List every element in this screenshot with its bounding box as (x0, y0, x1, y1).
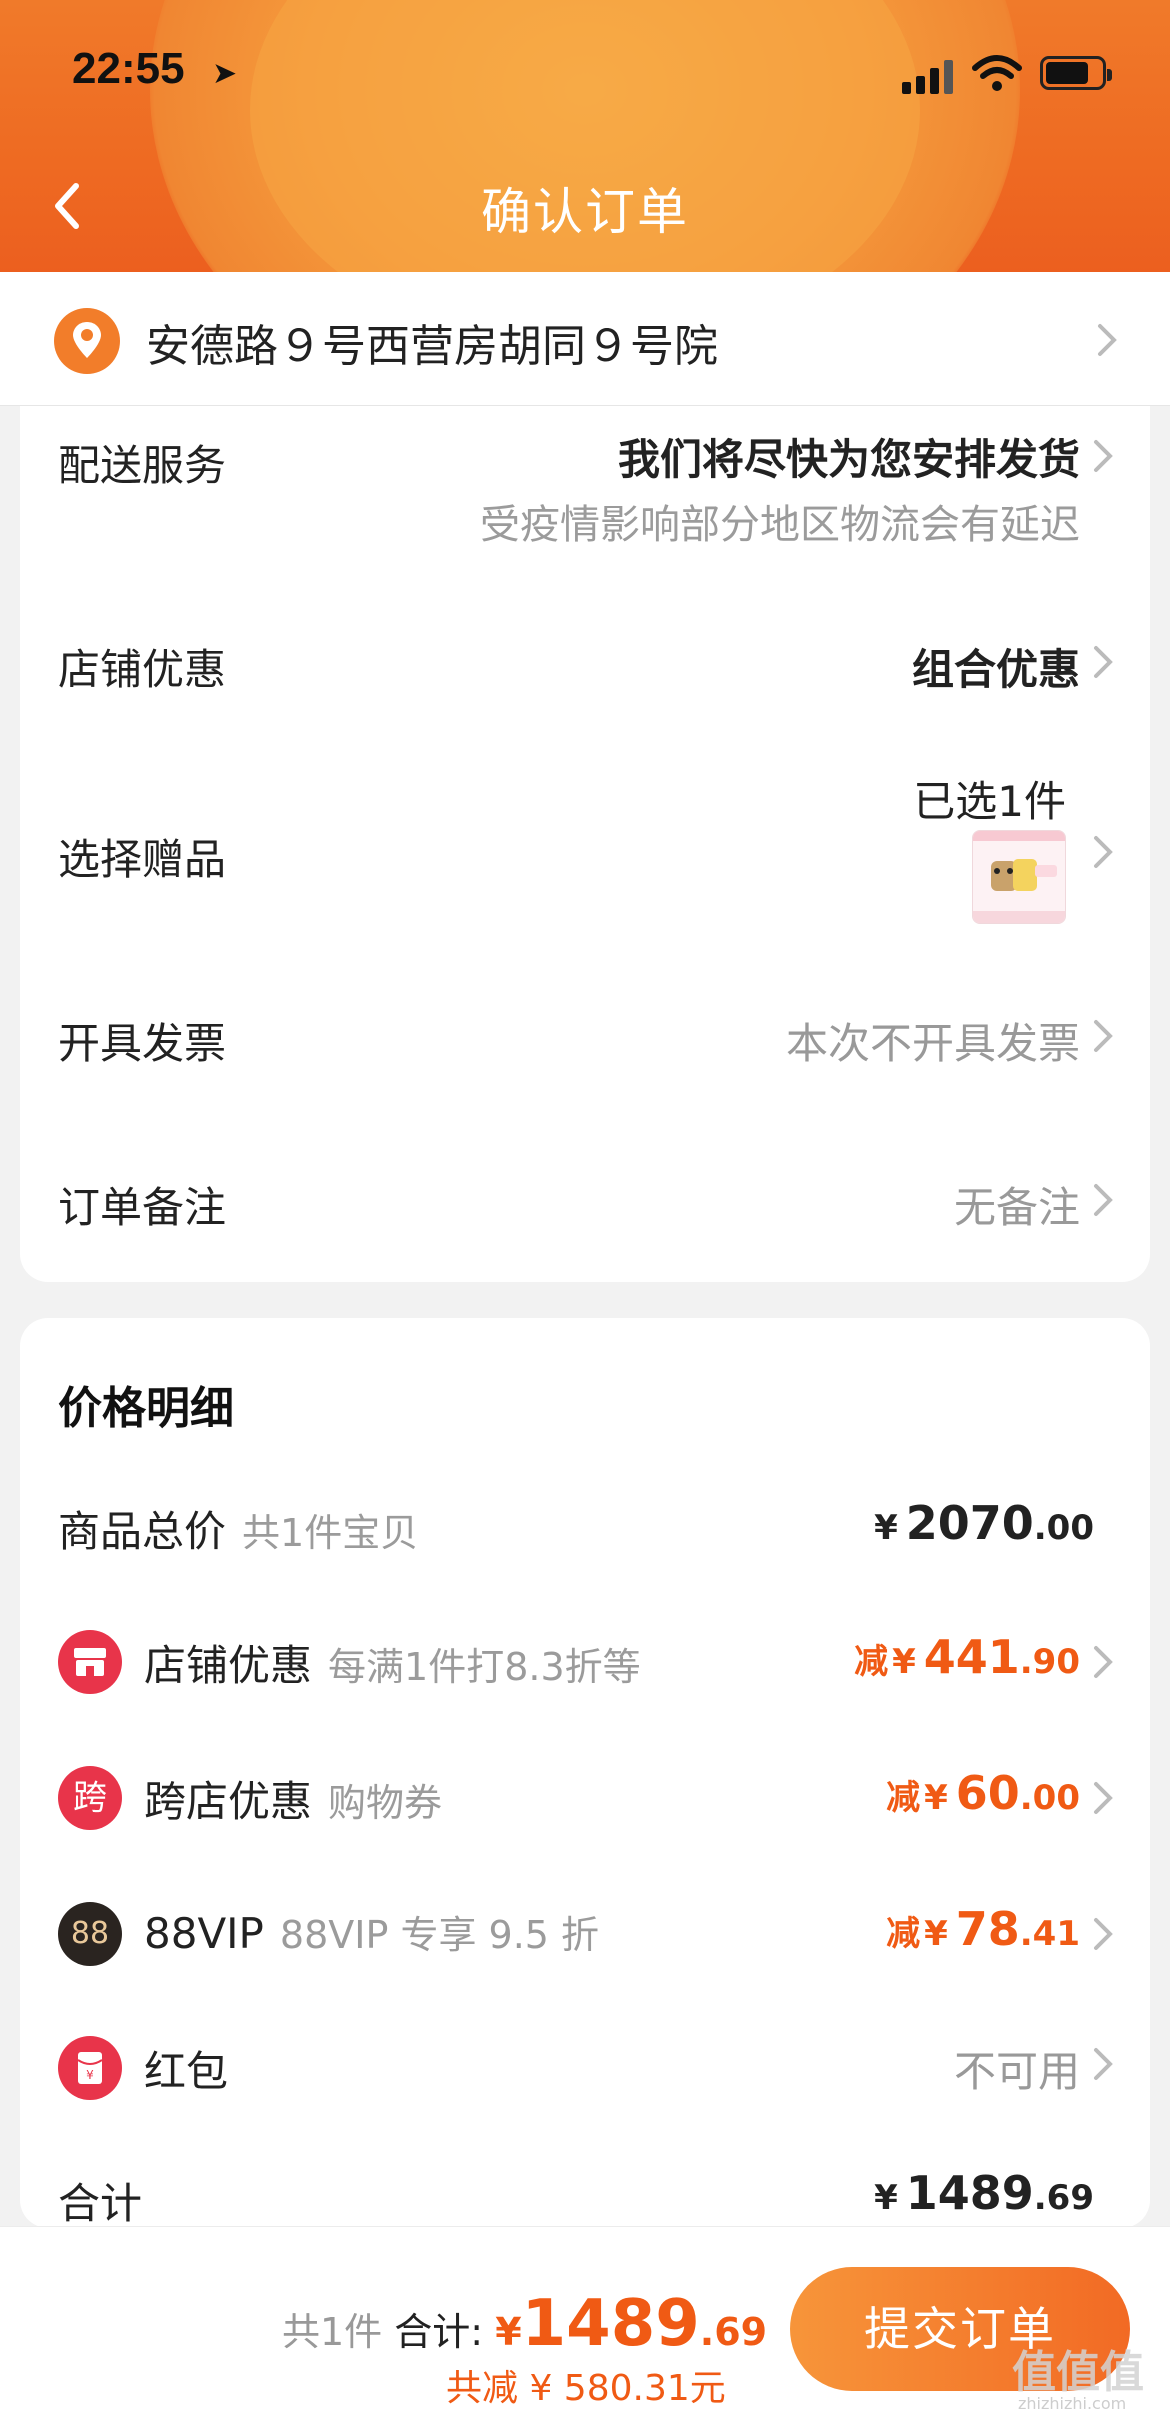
invoice-label: 开具发票 (58, 1019, 227, 1068)
address-bar[interactable]: 安德路９号西营房胡同９号院 (0, 272, 1170, 406)
cross-discount-type: 购物券 (328, 1781, 443, 1825)
price-dec: .00 (1033, 1508, 1094, 1548)
price-dec: .00 (1019, 1778, 1080, 1818)
price-detail-title: 价格明细 (58, 1383, 234, 1434)
cross-discount-row: 跨店优惠 购物券 (144, 1768, 442, 1829)
yen-symbol: ¥ (924, 1778, 948, 1818)
location-pin-icon (54, 308, 120, 374)
minus-label: 减 (854, 1642, 889, 1682)
chevron-right-icon (1098, 324, 1117, 356)
order-note-value[interactable]: 无备注 (954, 1174, 1080, 1235)
price-dec: .69 (699, 2310, 768, 2354)
shop-discount-value[interactable]: 组合优惠 (912, 636, 1080, 697)
shop-discount-text: 店铺优惠 (144, 1641, 313, 1690)
red-packet-value[interactable]: 不可用 (954, 2038, 1080, 2099)
shop-discount-label: 店铺优惠 (58, 645, 227, 694)
invoice-value[interactable]: 本次不开具发票 (786, 1010, 1080, 1071)
vip-discount-amount[interactable]: 减 ¥78.41 (886, 1902, 1080, 1956)
total-label: 合计: (394, 2310, 484, 2354)
order-note-label: 订单备注 (58, 1183, 227, 1232)
price-int: 2070 (905, 1496, 1034, 1550)
location-arrow-icon: ➤ (212, 56, 238, 91)
chevron-right-icon (1094, 646, 1113, 678)
red-packet-label: 红包 (144, 2047, 229, 2096)
item-count: 共1件 (282, 2310, 383, 2354)
price-int: 60 (955, 1766, 1020, 1820)
delivery-value[interactable]: 我们将尽快为您安排发货 (618, 426, 1080, 487)
cross-discount-amount[interactable]: 减 ¥60.00 (886, 1766, 1080, 1820)
watermark-url: zhizhizhi.com (1018, 2394, 1127, 2413)
chevron-right-icon (1094, 1020, 1113, 1052)
vip-discount-rule: 88VIP 专享 9.5 折 (279, 1913, 600, 1957)
cross-discount-text: 跨店优惠 (144, 1777, 313, 1826)
shop-discount-amount[interactable]: 减 ¥441.90 (854, 1630, 1080, 1684)
battery-icon (1040, 56, 1112, 90)
page-title: 确认订单 (481, 183, 689, 241)
goods-total-label: 商品总价 共1件宝贝 (58, 1498, 418, 1559)
chevron-right-icon (1094, 1184, 1113, 1216)
chevron-right-icon (1094, 836, 1113, 868)
total-label: 合计 (58, 2179, 143, 2228)
gift-selected[interactable]: 已选1件 (913, 768, 1066, 829)
total-amount: ¥1489.69 (495, 2287, 768, 2361)
delivery-notice: 受疫情影响部分地区物流会有延迟 (480, 502, 1080, 548)
minus-label: 减 (886, 1778, 921, 1818)
price-dec: .69 (1033, 2178, 1094, 2218)
svg-text:¥: ¥ (86, 2068, 94, 2082)
red-packet-icon: ¥ (58, 2036, 122, 2100)
price-int: 1489 (521, 2287, 700, 2361)
cellular-signal-icon (902, 60, 956, 94)
price-int: 441 (923, 1630, 1020, 1684)
total-price: ¥1489.69 (874, 2166, 1094, 2220)
price-dec: .90 (1019, 1642, 1080, 1682)
bottom-total: 共1件 合计: ¥1489.69 (282, 2287, 767, 2361)
gift-label: 选择赠品 (58, 835, 227, 884)
price-int: 78 (955, 1902, 1020, 1956)
wifi-icon (972, 55, 1022, 91)
watermark: 值值值 (1012, 2347, 1144, 2398)
yen-symbol: ¥ (495, 2310, 522, 2354)
price-detail-card: 价格明细 商品总价 共1件宝贝 ¥2070.00 店铺优惠 每满1件打8.3折等 减… (20, 1318, 1150, 2228)
goods-total-text: 商品总价 (58, 1507, 227, 1556)
minus-label: 减 (886, 1914, 921, 1954)
goods-count: 共1件宝贝 (242, 1511, 419, 1555)
chevron-right-icon (1094, 1918, 1113, 1950)
checkout-bar: 共1件 合计: ¥1489.69 共减 ¥ 580.31元 提交订单 (0, 2226, 1170, 2430)
yen-symbol: ¥ (874, 2178, 898, 2218)
gift-thumbnail[interactable] (972, 830, 1066, 924)
status-bar: 22:55 ➤ (0, 0, 1170, 140)
shop-discount-row: 店铺优惠 每满1件打8.3折等 (144, 1632, 641, 1693)
cross-store-icon: 跨 (58, 1766, 122, 1830)
chevron-right-icon (1094, 440, 1113, 472)
shop-discount-rule: 每满1件打8.3折等 (328, 1645, 641, 1689)
goods-total-price: ¥2070.00 (874, 1496, 1094, 1550)
chevron-right-icon (1094, 2048, 1113, 2080)
order-options-card: 配送服务 我们将尽快为您安排发货 受疫情影响部分地区物流会有延迟 店铺优惠 组合… (20, 406, 1150, 1282)
delivery-label: 配送服务 (58, 441, 227, 490)
yen-symbol: ¥ (892, 1642, 916, 1682)
address-text: 安德路９号西营房胡同９号院 (146, 321, 718, 372)
total-saved: 共减 ¥ 580.31元 (446, 2368, 726, 2409)
price-dec: .41 (1019, 1914, 1080, 1954)
chevron-right-icon (1094, 1782, 1113, 1814)
vip-text: 88VIP (144, 1909, 264, 1958)
status-time: 22:55 (72, 44, 185, 93)
chevron-right-icon (1094, 1646, 1113, 1678)
yen-symbol: ¥ (874, 1508, 898, 1548)
price-int: 1489 (905, 2166, 1034, 2220)
vip-row: 88VIP 88VIP 专享 9.5 折 (144, 1904, 599, 1959)
vip-icon: 88 (58, 1902, 122, 1966)
shop-icon (58, 1630, 122, 1694)
yen-symbol: ¥ (924, 1914, 948, 1954)
